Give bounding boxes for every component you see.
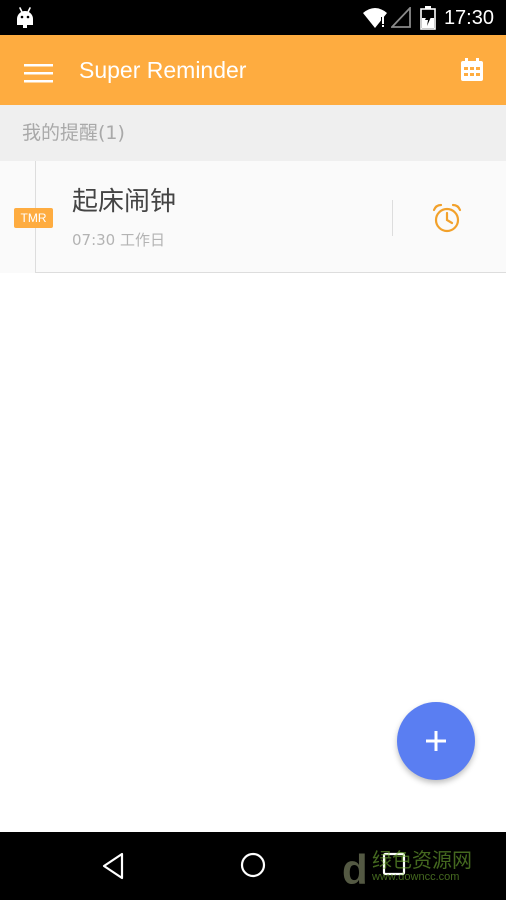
reminder-title: 起床闹钟: [72, 187, 177, 217]
tmr-badge: TMR: [14, 208, 53, 228]
signal-icon: [389, 5, 411, 32]
app-title: Super Reminder: [79, 57, 247, 83]
watermark: d 绿色资源网 www.downcc.com: [342, 848, 492, 892]
reminder-list-item[interactable]: TMR 起床闹钟 07:30 工作日: [0, 161, 506, 273]
calendar-icon[interactable]: [460, 58, 484, 86]
battery-icon: [419, 6, 437, 34]
home-icon[interactable]: [240, 852, 266, 882]
back-icon[interactable]: [101, 852, 125, 884]
watermark-url: www.downcc.com: [372, 871, 460, 883]
watermark-logo: d: [342, 846, 368, 893]
watermark-text: 绿色资源网: [372, 848, 472, 872]
add-reminder-button[interactable]: [397, 702, 475, 780]
android-icon: [14, 6, 36, 34]
row-divider: [35, 272, 506, 273]
status-time: 17:30: [443, 7, 494, 29]
wifi-icon: [362, 7, 388, 33]
vertical-divider: [392, 200, 393, 236]
section-header: 我的提醒(1): [0, 105, 506, 161]
plus-icon: [425, 730, 447, 756]
alarm-clock-icon[interactable]: [431, 202, 463, 238]
app-toolbar: Super Reminder: [0, 35, 506, 105]
section-title: 我的提醒(1): [22, 122, 125, 144]
menu-icon[interactable]: [24, 64, 53, 88]
phone-screen: 17:30 Super Reminder 我的提醒(1) TMR 起床闹钟 07…: [0, 0, 506, 900]
reminder-time: 07:30 工作日: [72, 231, 165, 249]
status-bar: 17:30: [0, 0, 506, 35]
